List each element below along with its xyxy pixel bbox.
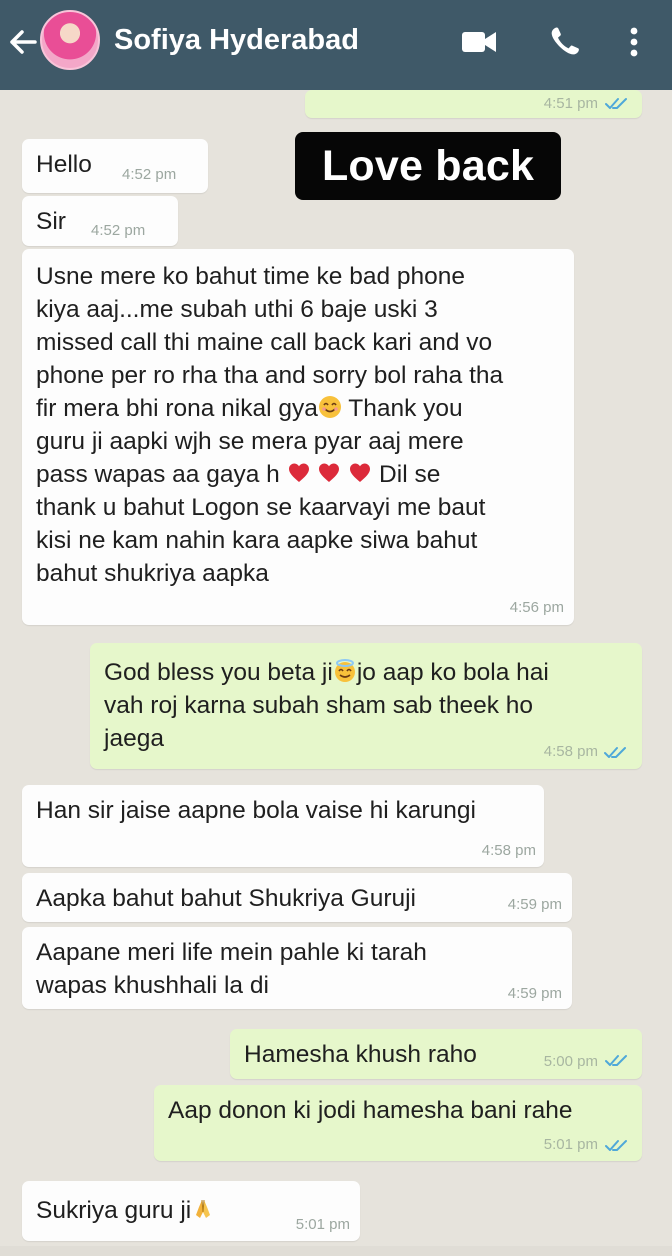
message-time: 4:59 pm xyxy=(507,985,562,1002)
heart-emoji-icon xyxy=(317,461,341,485)
message-text: Dil se xyxy=(372,461,441,488)
message-bubble-incoming[interactable]: Sir 4:52 pm xyxy=(22,196,178,246)
love-back-watermark: Love back xyxy=(295,132,561,200)
message-bubble-incoming[interactable]: Aapane meri life mein pahle ki tarah wap… xyxy=(22,927,572,1009)
message-text-line: vah roj karna subah sham sab theek ho xyxy=(104,692,534,719)
message-text-line: kisi ne kam nahin kara aapke siwa bahut xyxy=(36,527,478,554)
message-text-spacer xyxy=(341,461,348,488)
message-time: 5:01 pm xyxy=(543,1136,598,1153)
double-check-icon xyxy=(605,1055,627,1066)
avatar[interactable] xyxy=(40,10,100,70)
double-check-icon xyxy=(605,98,627,109)
message-bubble-outgoing[interactable]: Aap donon ki jodi hamesha bani rahe 5:01… xyxy=(154,1085,642,1161)
message-text-spacer xyxy=(311,461,318,488)
smiling-face-emoji-icon xyxy=(318,395,342,419)
heart-emoji-icon xyxy=(348,461,372,485)
message-text: fir mera bhi rona nikal gya xyxy=(36,395,318,422)
more-vertical-icon[interactable] xyxy=(622,24,646,60)
chat-header: Sofiya Hyderabad xyxy=(0,0,672,90)
contact-name[interactable]: Sofiya Hyderabad xyxy=(114,24,359,57)
message-text-line: bahut shukriya aapka xyxy=(36,560,269,587)
message-text: God bless you beta ji xyxy=(104,659,333,686)
message-text-line: wapas khushhali la di xyxy=(36,972,269,999)
phone-icon[interactable] xyxy=(548,24,582,58)
message-text: Sukriya guru ji xyxy=(36,1197,192,1224)
message-time: 4:58 pm xyxy=(481,842,536,859)
message-text-line: phone per ro rha tha and sorry bol raha … xyxy=(36,362,504,389)
message-time: 4:51 pm xyxy=(543,95,598,112)
message-bubble-incoming[interactable]: Aapka bahut bahut Shukriya Guruji 4:59 p… xyxy=(22,873,572,922)
message-time: 5:00 pm xyxy=(543,1053,598,1070)
message-text-line: fir mera bhi rona nikal gya Thank you xyxy=(36,392,560,425)
message-text: Han sir jaise aapne bola vaise hi karung… xyxy=(36,797,476,824)
double-check-icon xyxy=(604,747,626,758)
message-bubble-incoming[interactable]: Usne mere ko bahut time ke bad phone kiy… xyxy=(22,249,574,625)
message-bubble-incoming[interactable]: Hello 4:52 pm xyxy=(22,139,208,193)
message-time: 4:56 pm xyxy=(509,599,564,616)
video-camera-icon[interactable] xyxy=(460,29,498,55)
message-text-line: guru ji aapki wjh se mera pyar aaj mere xyxy=(36,428,464,455)
message-text: Aap donon ki jodi hamesha bani rahe xyxy=(168,1097,573,1124)
message-text: Thank you xyxy=(341,395,463,422)
message-time: 4:58 pm xyxy=(543,743,598,760)
folded-hands-emoji-icon xyxy=(191,1197,215,1221)
bottom-strip xyxy=(0,1246,672,1256)
message-text: Aapka bahut bahut Shukriya Guruji xyxy=(36,885,416,912)
message-text: pass wapas aa gaya h xyxy=(36,461,287,488)
message-bubble-outgoing[interactable]: God bless you beta ji jo aap ko bola hai… xyxy=(90,643,642,769)
message-text-line: kiya aaj...me subah uthi 6 baje uski 3 xyxy=(36,296,438,323)
message-text-line: Usne mere ko bahut time ke bad phone xyxy=(36,263,466,290)
message-time: 4:52 pm xyxy=(122,166,177,183)
message-bubble-incoming[interactable]: Han sir jaise aapne bola vaise hi karung… xyxy=(22,785,544,867)
message-time: 5:01 pm xyxy=(295,1216,350,1233)
arrow-left-icon[interactable] xyxy=(4,20,42,64)
message-time: 4:59 pm xyxy=(507,896,562,913)
message-text-line: Aapane meri life mein pahle ki tarah xyxy=(36,939,427,966)
message-text-line: pass wapas aa gaya h Dil se xyxy=(36,458,560,491)
halo-face-emoji-icon xyxy=(333,659,357,683)
message-bubble-outgoing[interactable]: 4:51 pm xyxy=(305,90,642,118)
message-text-line: missed call thi maine call back kari and… xyxy=(36,329,493,356)
heart-emoji-icon xyxy=(287,461,311,485)
message-text-line: thank u bahut Logon se kaarvayi me baut xyxy=(36,494,486,521)
message-bubble-outgoing[interactable]: Hamesha khush raho 5:00 pm xyxy=(230,1029,642,1079)
message-time: 4:52 pm xyxy=(91,222,146,239)
message-bubble-incoming[interactable]: Sukriya guru ji 5:01 pm xyxy=(22,1181,360,1241)
message-text-line: God bless you beta ji jo aap ko bola hai xyxy=(104,656,628,689)
double-check-icon xyxy=(605,1140,627,1151)
message-text: jo aap ko bola hai xyxy=(356,659,549,686)
